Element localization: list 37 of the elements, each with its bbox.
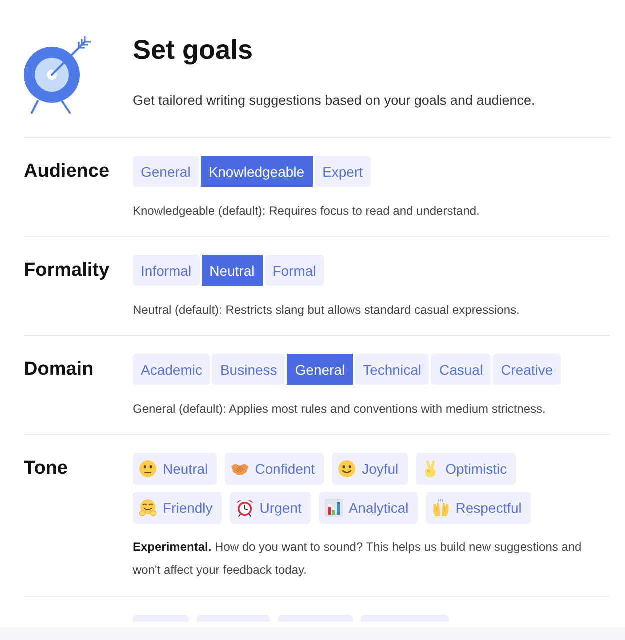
option-button[interactable]: Formal bbox=[264, 255, 324, 286]
raised-hands-icon bbox=[432, 499, 450, 517]
section-label: Domain bbox=[24, 358, 95, 382]
tone-button[interactable]: Neutral bbox=[133, 453, 218, 485]
option-button[interactable]: Expert bbox=[314, 156, 372, 187]
section-label: Audience bbox=[24, 160, 111, 184]
tone-button[interactable]: Confident bbox=[225, 453, 324, 485]
neutral-face-icon bbox=[139, 460, 157, 478]
hugging-face-icon bbox=[139, 499, 157, 517]
section-label: Tone bbox=[24, 457, 69, 481]
option-button[interactable]: General bbox=[287, 354, 354, 385]
smiling-face-icon bbox=[338, 460, 356, 478]
option-button[interactable]: Business bbox=[212, 354, 286, 385]
tone-button[interactable]: Respectful bbox=[426, 492, 531, 524]
option-button[interactable]: Casual bbox=[431, 354, 492, 385]
option-button[interactable]: General bbox=[133, 156, 199, 187]
option-button[interactable]: Creative bbox=[493, 354, 562, 385]
option-button[interactable]: Neutral bbox=[202, 255, 263, 286]
tone-button[interactable]: Friendly bbox=[133, 492, 222, 524]
option-button[interactable]: Academic bbox=[133, 354, 210, 385]
tone-button[interactable]: Optimistic bbox=[416, 453, 516, 485]
page-subtitle: Get tailored writing suggestions based on your goals and audience. bbox=[133, 92, 536, 110]
bar-chart-icon bbox=[324, 499, 343, 517]
section-description: Experimental. How do you want to sound? This helps us build new suggestions and won't affect your feedback today. bbox=[133, 539, 583, 579]
section-description: General (default): Applies most rules and conventions with medium strictness. bbox=[133, 401, 547, 418]
alarm-clock-icon bbox=[236, 499, 254, 517]
tone-button[interactable]: Urgent bbox=[230, 492, 311, 524]
option-button[interactable]: Technical bbox=[355, 354, 430, 385]
tone-button[interactable]: Joyful bbox=[332, 453, 408, 485]
option-button[interactable]: Informal bbox=[133, 255, 200, 286]
tone-button[interactable]: Analytical bbox=[318, 492, 418, 524]
target-icon bbox=[22, 36, 92, 114]
section-description: Knowledgeable (default): Requires focus to read and understand. bbox=[133, 203, 481, 220]
page-title: Set goals bbox=[133, 34, 254, 67]
section-description: Neutral (default): Restricts slang but allows standard casual expressions. bbox=[133, 302, 521, 319]
section-label: Formality bbox=[24, 259, 111, 283]
option-button[interactable]: Knowledgeable bbox=[200, 156, 313, 187]
